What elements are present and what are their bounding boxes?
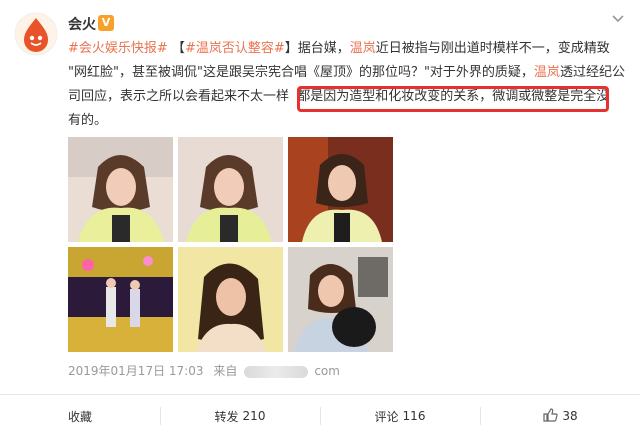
weibo-post: 会火 V #会火娱乐快报# 【#温岚否认整容#】据台媒，温岚近日被指与刚出道时模… — [0, 0, 640, 437]
text-fragment: 】据台媒， — [284, 41, 350, 56]
post-line-2: "网红脸"，甚至被调侃"这是跟吴宗宪合唱《屋顶》的那位吗？"对于外界的质疑，温岚… — [68, 61, 628, 85]
username[interactable]: 会火 — [68, 14, 96, 34]
hashtag-link[interactable]: #会火娱乐快报# — [68, 41, 168, 56]
photo-thumbnail[interactable] — [68, 247, 173, 352]
text-fragment: "网红脸"，甚至被调侃"这是跟吴宗宪合唱《屋顶》的那位吗？"对于外界的质疑， — [68, 65, 534, 80]
highlight-box — [297, 86, 609, 112]
comment-count: 116 — [402, 409, 426, 423]
post-meta: 2019年01月17日 17:03 来自 com — [68, 362, 346, 379]
source-label: 来自 — [213, 364, 238, 378]
comment-label: 评论 — [374, 409, 399, 424]
favorite-label: 收藏 — [67, 409, 92, 424]
repost-button[interactable]: 转发 210 — [160, 395, 320, 437]
text-fragment: 司回应，表示之所以会看起来不太一样 — [68, 89, 290, 104]
photo-thumbnail[interactable] — [178, 137, 283, 242]
repost-label: 转发 — [214, 409, 239, 424]
post-text: #会火娱乐快报# 【#温岚否认整容#】据台媒，温岚近日被指与刚出道时模样不一，变… — [68, 37, 628, 133]
thumbs-up-icon — [542, 407, 558, 426]
chevron-down-icon[interactable] — [610, 10, 626, 30]
text-fragment: 【 — [167, 41, 185, 56]
photo-thumbnail[interactable] — [178, 247, 283, 352]
action-bar: 收藏 转发 210 评论 116 38 — [0, 395, 640, 437]
verified-badge-icon: V — [98, 15, 114, 31]
comment-button[interactable]: 评论 116 — [320, 395, 480, 437]
topic-link[interactable]: #温岚否认整容# — [185, 41, 285, 56]
name-link[interactable]: 温岚 — [534, 65, 560, 80]
photo-thumbnail[interactable] — [288, 137, 393, 242]
post-timestamp[interactable]: 2019年01月17日 17:03 — [68, 364, 203, 378]
post-line-4: 有的。 — [68, 113, 108, 128]
post-line-1: #会火娱乐快报# 【#温岚否认整容#】据台媒，温岚近日被指与刚出道时模样不一，变… — [68, 37, 628, 61]
like-count: 38 — [562, 409, 578, 423]
photo-thumbnail[interactable] — [288, 247, 393, 352]
avatar[interactable] — [14, 12, 58, 56]
source-suffix: com — [314, 364, 340, 378]
text-fragment: 透过经纪公 — [559, 65, 625, 80]
favorite-button[interactable]: 收藏 — [0, 395, 160, 437]
name-link[interactable]: 温岚 — [350, 41, 376, 56]
like-button[interactable]: 38 — [480, 395, 640, 437]
repost-count: 210 — [242, 409, 266, 423]
photo-thumbnail[interactable] — [68, 137, 173, 242]
text-fragment: 近日被指与刚出道时模样不一，变成精致 — [375, 41, 610, 56]
source-blurred — [244, 365, 309, 378]
